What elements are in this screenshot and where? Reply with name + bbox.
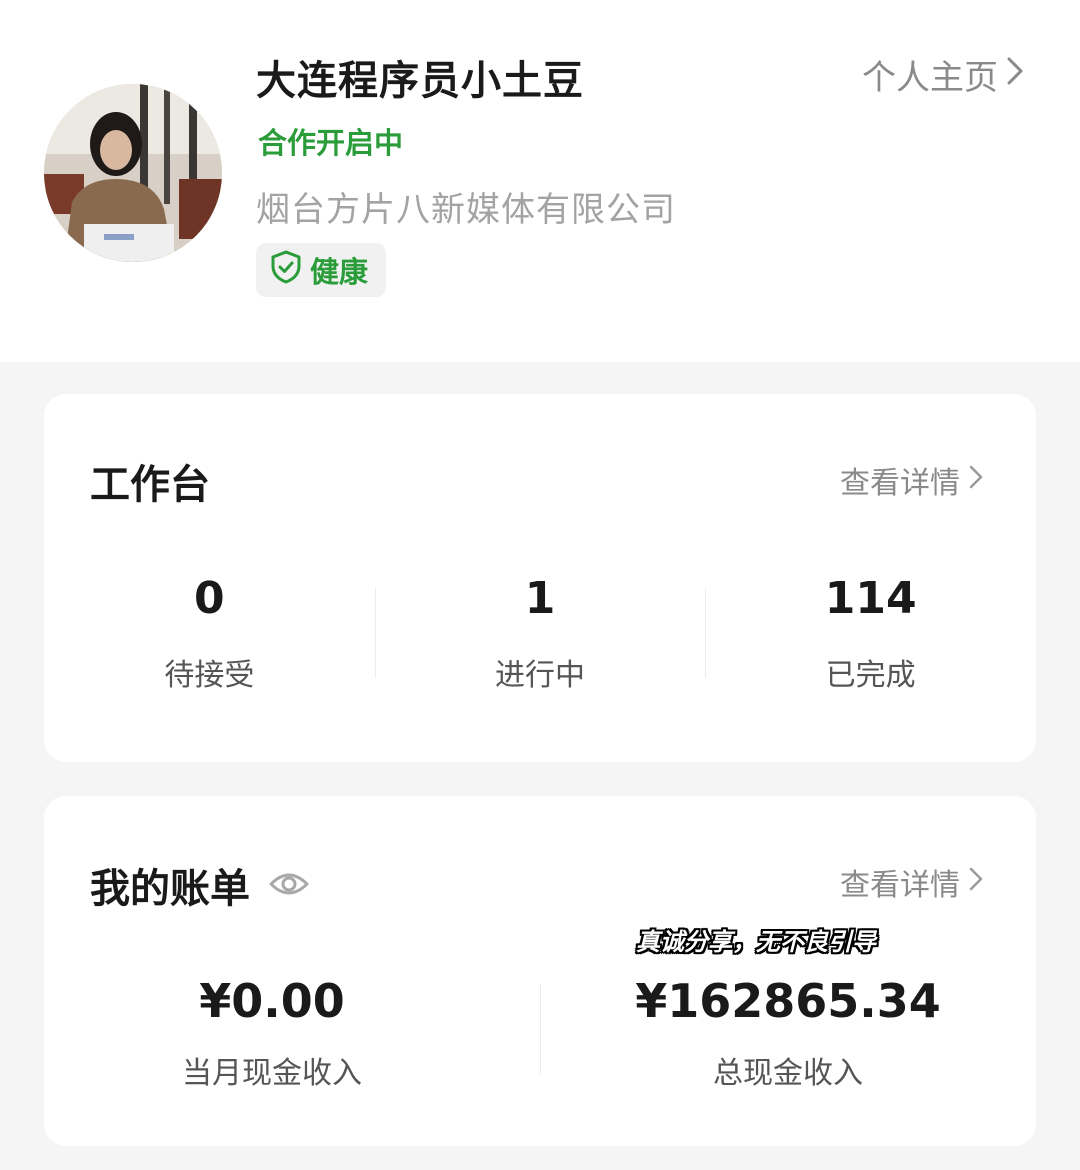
stat-value: 114	[824, 573, 917, 624]
health-badge: 健康	[256, 243, 387, 297]
bill-card: 我的账单 查看详情 ¥0.00 当月现金收入 ¥162865.34 总现金收入	[44, 796, 1036, 1146]
overlay-caption: 真诚分享，无不良引导	[636, 928, 876, 956]
chevron-right-icon	[968, 463, 984, 498]
health-label: 健康	[310, 255, 369, 289]
workbench-card: 工作台 查看详情 0 待接受 1 进行中 114 已完成	[44, 394, 1036, 762]
total-income[interactable]: ¥162865.34 总现金收入	[540, 974, 1036, 1094]
stat-in-progress[interactable]: 1 进行中	[374, 573, 706, 693]
company-name: 烟台方片八新媒体有限公司	[256, 190, 676, 230]
total-income-value: ¥162865.34	[635, 974, 941, 1028]
cooperation-status: 合作开启中	[258, 126, 404, 160]
stat-label: 已完成	[825, 658, 916, 693]
details-label: 查看详情	[840, 868, 960, 903]
chevron-right-icon	[968, 865, 984, 900]
stat-value: 0	[194, 573, 225, 624]
chevron-right-icon	[1006, 55, 1024, 95]
workbench-title: 工作台	[90, 452, 210, 510]
avatar-photo	[44, 84, 222, 262]
avatar[interactable]	[44, 84, 222, 262]
homepage-link[interactable]: 个人主页	[862, 50, 1024, 99]
eye-icon[interactable]	[268, 862, 310, 908]
stat-pending[interactable]: 0 待接受	[44, 573, 375, 694]
workbench-title-text: 工作台	[90, 462, 210, 508]
homepage-label: 个人主页	[862, 58, 998, 98]
total-income-label: 总现金收入	[713, 1056, 863, 1091]
bill-title: 我的账单	[90, 856, 310, 914]
monthly-income[interactable]: ¥0.00 当月现金收入	[44, 974, 540, 1094]
monthly-income-value: ¥0.00	[199, 974, 345, 1028]
bill-title-text: 我的账单	[90, 866, 250, 912]
monthly-income-label: 当月现金收入	[182, 1056, 362, 1091]
workbench-details-link[interactable]: 查看详情	[840, 458, 984, 502]
details-label: 查看详情	[840, 466, 960, 501]
bill-details-link[interactable]: 查看详情	[840, 860, 984, 904]
workbench-stats: 0 待接受 1 进行中 114 已完成	[44, 573, 1036, 694]
bill-amounts: ¥0.00 当月现金收入 ¥162865.34 总现金收入	[44, 974, 1036, 1094]
stat-value: 1	[524, 573, 556, 624]
profile-header: 大连程序员小土豆 合作开启中 烟台方片八新媒体有限公司 健康 个人主页	[0, 0, 1080, 362]
shield-check-icon	[270, 250, 302, 291]
stat-completed[interactable]: 114 已完成	[705, 573, 1036, 693]
stat-label: 待接受	[164, 658, 255, 693]
stat-label: 进行中	[495, 658, 585, 693]
profile-name: 大连程序员小土豆	[256, 58, 584, 104]
